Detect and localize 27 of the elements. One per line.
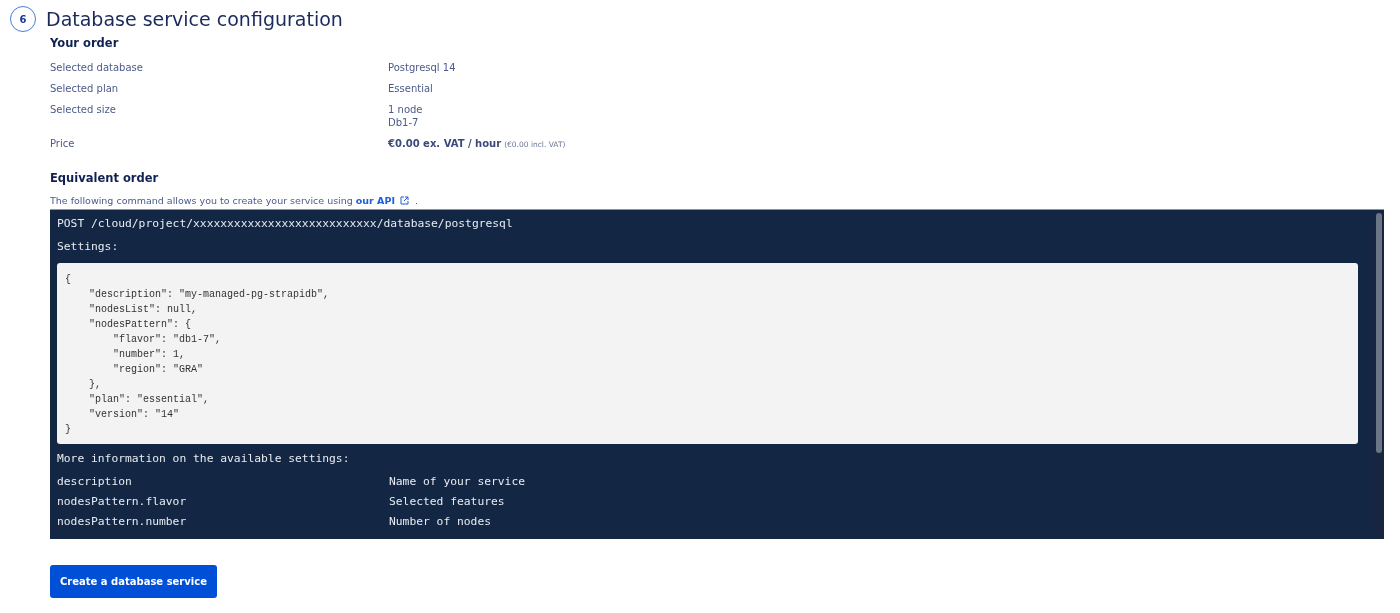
code-label: Settings:: [57, 240, 120, 254]
create-button[interactable]: Create a database service: [50, 565, 217, 598]
code-label: More information on the available settings:: [57, 452, 351, 466]
code-block: { "description": "my-managed-pg-strapidb", "nodesList": null, "nodesPattern": { "flavor": "db1-7", "number": 1, "region": "GRA" }, "plan": "essential", "version": "14" }: [57, 263, 1358, 444]
setting-name: description: [57, 475, 133, 489]
setting-name: nodesPattern.number: [57, 515, 188, 529]
field-label: Selected plan: [50, 83, 120, 95]
intro-sentence: The following command allows you to create your service using our API .: [50, 195, 419, 206]
setting-description: Number of nodes: [389, 515, 493, 529]
external-link-icon[interactable]: [399, 196, 409, 205]
field-label: Selected database: [50, 62, 144, 74]
section-heading: Equivalent order: [50, 171, 160, 185]
field-value: Essential: [388, 83, 434, 95]
setting-name: nodesPattern.flavor: [57, 495, 188, 509]
price-value: €0.00 ex. VAT / hour: [388, 138, 502, 150]
field-label: Selected size: [50, 104, 117, 117]
setting-description: Name of your service: [389, 475, 527, 489]
setting-description: Selected features: [389, 495, 506, 509]
section-heading: Your order: [50, 36, 120, 50]
field-value: 1 node: [388, 104, 424, 116]
api-link[interactable]: our API: [355, 195, 395, 206]
page-title: Database service configuration: [46, 8, 343, 30]
field-label: Price: [50, 138, 76, 151]
endpoint-text: POST /cloud/project/xxxxxxxxxxxxxxxxxxxxxxxxxxx/database/postgresql: [57, 217, 514, 231]
scrollbar-thumb[interactable]: [1376, 213, 1382, 453]
field-value: Postgresql 14: [388, 62, 457, 74]
field-value: Db1-7: [388, 117, 420, 129]
